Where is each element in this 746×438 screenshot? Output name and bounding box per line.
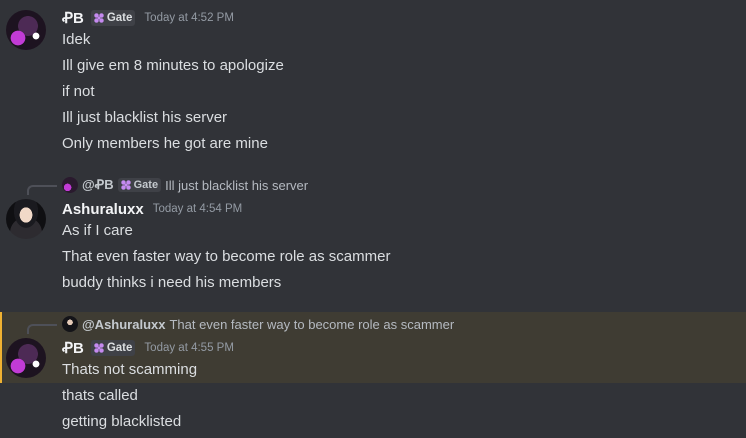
reply-server-tag-label: Gate xyxy=(133,179,159,191)
username[interactable]: ꝒB xyxy=(62,339,84,357)
message-header: Ashuraluxx Today at 4:54 PM xyxy=(62,199,242,219)
reply-server-tag: Gate xyxy=(117,178,162,192)
reply-text[interactable]: Ill just blacklist his server xyxy=(165,178,308,193)
message-line: getting blacklisted xyxy=(62,413,182,430)
timestamp[interactable]: Today at 4:55 PM xyxy=(144,342,234,354)
message-line: if not xyxy=(62,83,95,100)
reply-mention[interactable]: @Ashuraluxx xyxy=(82,317,165,332)
message-line: Thats not scamming xyxy=(62,361,198,378)
server-tag-label: Gate xyxy=(106,12,133,24)
gate-icon xyxy=(93,13,104,23)
message-line: As if I care xyxy=(62,222,133,239)
message-header: ꝒB Gate Today at 4:55 PM xyxy=(62,338,234,358)
reply-avatar xyxy=(62,177,78,193)
username[interactable]: Ashuraluxx xyxy=(62,201,144,218)
message-line: Ill give em 8 minutes to apologize xyxy=(62,57,284,74)
reply-preview[interactable]: @ꝒB Gate Ill just blacklist his server xyxy=(0,175,746,195)
reply-content: @ꝒB Gate Ill just blacklist his server xyxy=(62,175,308,195)
message-header: ꝒB Gate Today at 4:52 PM xyxy=(62,8,234,28)
gate-icon xyxy=(93,343,104,353)
username[interactable]: ꝒB xyxy=(62,9,84,27)
avatar[interactable] xyxy=(6,10,46,50)
reply-preview[interactable]: @Ashuraluxx That even faster way to beco… xyxy=(0,314,746,334)
reply-spine xyxy=(27,324,57,334)
reply-content: @Ashuraluxx That even faster way to beco… xyxy=(62,314,454,334)
message-line: thats called xyxy=(62,387,138,404)
server-tag[interactable]: Gate xyxy=(90,340,136,356)
message-line: Only members he got are mine xyxy=(62,135,268,152)
message-line: Ill just blacklist his server xyxy=(62,109,228,126)
reply-spine xyxy=(27,185,57,195)
reply-text[interactable]: That even faster way to become role as s… xyxy=(169,317,454,332)
message-line: buddy thinks i need his members xyxy=(62,274,282,291)
server-tag-label: Gate xyxy=(106,342,133,354)
message-line: Idek xyxy=(62,31,91,48)
gate-icon xyxy=(120,180,131,190)
timestamp[interactable]: Today at 4:54 PM xyxy=(153,203,243,215)
avatar[interactable] xyxy=(6,338,46,378)
avatar[interactable] xyxy=(6,199,46,239)
server-tag[interactable]: Gate xyxy=(90,10,136,26)
reply-avatar xyxy=(62,316,78,332)
reply-mention[interactable]: @ꝒB xyxy=(82,177,114,193)
timestamp[interactable]: Today at 4:52 PM xyxy=(144,12,234,24)
message-line: That even faster way to become role as s… xyxy=(62,248,391,265)
